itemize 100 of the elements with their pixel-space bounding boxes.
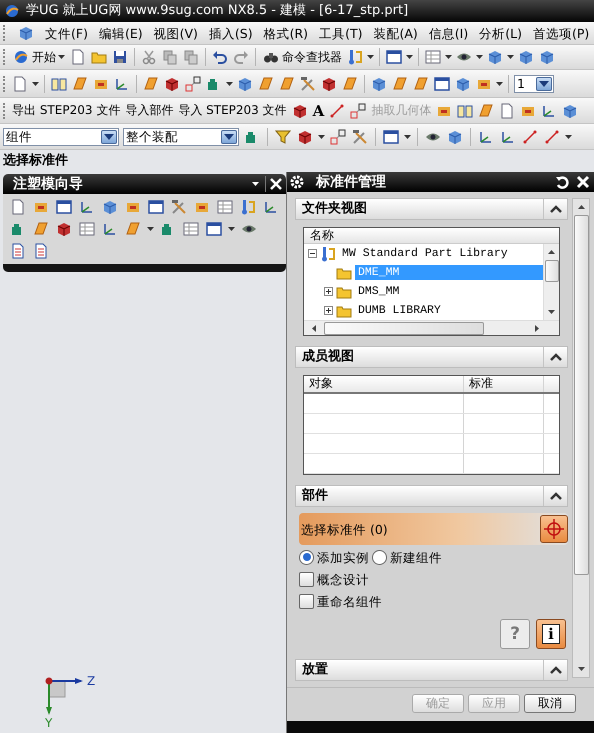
collapse-icon[interactable] xyxy=(550,205,562,213)
selection-row[interactable]: 选择标准件 (0) xyxy=(299,513,568,545)
section-header[interactable]: 成员视图 xyxy=(295,346,568,368)
tools-icon[interactable] xyxy=(170,198,188,216)
radio-button[interactable] xyxy=(299,550,314,564)
window-icon[interactable] xyxy=(55,198,73,216)
menu-item[interactable]: 视图(V) xyxy=(152,26,199,40)
surface-icon[interactable] xyxy=(341,74,359,92)
column-header[interactable]: 标准 xyxy=(464,376,544,392)
points-icon[interactable] xyxy=(349,102,368,120)
checkbox[interactable] xyxy=(299,594,314,608)
surface-icon[interactable] xyxy=(477,102,496,120)
dropdown-arrow-icon[interactable] xyxy=(539,80,549,86)
toolbar-button[interactable]: 导出 STEP203 文件 xyxy=(11,103,122,118)
collapse-icon[interactable] xyxy=(550,492,562,500)
info-button[interactable]: i xyxy=(536,619,566,649)
line-icon[interactable] xyxy=(543,128,561,146)
scrollbar-thumb[interactable] xyxy=(544,260,558,282)
block-icon[interactable] xyxy=(55,220,73,238)
section-header[interactable]: 文件夹视图 xyxy=(295,198,568,220)
menu-item[interactable]: 文件(F) xyxy=(44,26,89,40)
collapse-icon[interactable] xyxy=(550,666,562,674)
close-icon[interactable] xyxy=(270,178,282,190)
tools-icon[interactable] xyxy=(351,128,369,146)
start-menu-button[interactable]: 开始 xyxy=(11,48,66,66)
checkbox[interactable] xyxy=(299,572,314,586)
column-header[interactable]: 对象 xyxy=(304,376,464,392)
expand-icon[interactable] xyxy=(324,306,333,315)
tree-item[interactable]: MW Standard Part Library xyxy=(339,246,543,262)
window-icon[interactable] xyxy=(433,74,451,92)
dialog-button[interactable]: 取消 xyxy=(524,694,576,713)
menu-item[interactable]: 信息(I) xyxy=(428,26,470,40)
expand-icon[interactable] xyxy=(324,287,333,296)
window-icon[interactable] xyxy=(385,48,403,66)
menu-item[interactable]: 分析(L) xyxy=(478,26,523,40)
line-icon[interactable] xyxy=(521,128,539,146)
help-button[interactable]: ? xyxy=(500,619,530,649)
menu-item[interactable]: 编辑(E) xyxy=(98,26,144,40)
scroll-up-icon[interactable] xyxy=(548,250,555,254)
collapse-icon[interactable] xyxy=(550,353,562,361)
menu-item[interactable]: 工具(T) xyxy=(318,26,364,40)
text-tool-button[interactable]: A xyxy=(312,102,326,120)
section-header[interactable]: 放置 xyxy=(295,659,568,681)
collapse-icon[interactable] xyxy=(308,249,317,258)
menu-item[interactable]: 格式(R) xyxy=(262,26,310,40)
cut-icon[interactable] xyxy=(140,48,158,66)
section-header[interactable]: 部件 xyxy=(295,485,568,507)
select-object-button[interactable] xyxy=(540,515,568,543)
horizontal-scrollbar[interactable] xyxy=(304,320,559,335)
filter-dropdown[interactable]: 组件 xyxy=(3,128,119,146)
save-icon[interactable] xyxy=(111,48,129,66)
settings-icon[interactable] xyxy=(290,175,304,189)
thermometer-icon[interactable] xyxy=(346,48,364,66)
points-icon[interactable] xyxy=(184,74,202,92)
scrollbar-thumb[interactable] xyxy=(324,322,484,334)
scroll-right-icon[interactable] xyxy=(535,324,539,332)
scope-dropdown[interactable]: 整个装配 xyxy=(123,128,239,146)
table-icon[interactable] xyxy=(78,220,96,238)
scroll-up-icon[interactable] xyxy=(578,205,584,209)
dropdown-arrow-icon[interactable] xyxy=(224,134,234,140)
radio-button[interactable] xyxy=(372,550,387,564)
copy-icon[interactable] xyxy=(182,48,200,66)
window-icon[interactable] xyxy=(382,128,400,146)
menu-item[interactable]: 插入(S) xyxy=(208,26,254,40)
cube-icon[interactable] xyxy=(101,198,119,216)
cube-icon[interactable] xyxy=(486,48,504,66)
column-header[interactable]: 名称 xyxy=(304,228,559,244)
dropdown-arrow-icon[interactable] xyxy=(104,134,114,140)
scroll-down-icon[interactable] xyxy=(548,310,555,314)
table-icon[interactable] xyxy=(216,198,234,216)
cube-icon[interactable] xyxy=(538,48,556,66)
line-icon[interactable] xyxy=(328,102,346,120)
surface-icon[interactable] xyxy=(412,74,430,92)
surface-icon[interactable] xyxy=(278,74,296,92)
menu-item[interactable]: 首选项(P) xyxy=(532,26,590,40)
surface-icon[interactable] xyxy=(391,74,409,92)
surface-icon[interactable] xyxy=(257,74,275,92)
toolbar-button[interactable]: 导入 STEP203 文件 xyxy=(177,103,288,118)
filter-icon[interactable] xyxy=(274,128,292,146)
window-icon[interactable] xyxy=(147,198,165,216)
reset-icon[interactable] xyxy=(556,175,570,189)
tree-item[interactable]: DUMB LIBRARY xyxy=(355,302,543,318)
tree-item[interactable]: DMS_MM xyxy=(355,284,543,300)
copy-icon[interactable] xyxy=(161,48,179,66)
layer-field[interactable]: 1 xyxy=(514,74,554,92)
scroll-down-icon[interactable] xyxy=(578,667,584,671)
points-icon[interactable] xyxy=(329,128,347,146)
dialog-scrollbar[interactable] xyxy=(572,198,590,678)
surface-icon[interactable] xyxy=(71,74,89,92)
close-icon[interactable] xyxy=(576,175,590,189)
toolbar-button[interactable]: 导入部件 xyxy=(124,103,174,118)
surface-icon[interactable] xyxy=(142,74,160,92)
scroll-left-icon[interactable] xyxy=(312,324,316,332)
scrollbar-thumb[interactable] xyxy=(574,215,588,575)
menu-item[interactable]: 装配(A) xyxy=(372,26,419,40)
cube-icon[interactable] xyxy=(517,48,535,66)
window-icon[interactable] xyxy=(205,220,223,238)
tools-icon[interactable] xyxy=(299,74,317,92)
command-finder-button[interactable]: 命令查找器 xyxy=(261,48,343,66)
table-icon[interactable] xyxy=(182,220,200,238)
